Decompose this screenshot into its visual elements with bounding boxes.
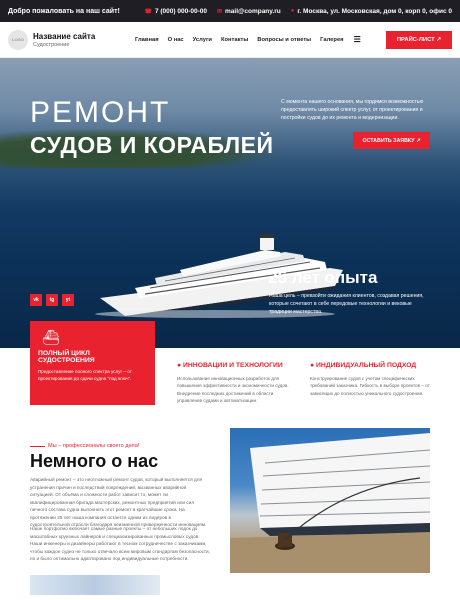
- feature-text: Использование инновационных разработок д…: [177, 376, 289, 404]
- top-phone[interactable]: ☎ 7 (000) 000-00-00: [144, 8, 207, 15]
- ship-dock-photo: [230, 428, 430, 573]
- nav-faq[interactable]: Вопросы и ответы: [257, 37, 311, 43]
- telegram-icon[interactable]: tg: [46, 294, 58, 306]
- experience-text: Наша цель – превзойти ожидания клиентов,…: [269, 293, 424, 315]
- top-bar: Добро пожаловать на наш сайт! ☎ 7 (000) 0…: [0, 0, 460, 22]
- about-title: Немного о нас: [30, 451, 159, 471]
- social-links: vk tg yt: [30, 294, 74, 306]
- nav-home[interactable]: Главная: [135, 37, 159, 43]
- nav-gallery[interactable]: Галерея: [320, 37, 343, 43]
- site-title-block: Название сайта Судостроение: [33, 32, 123, 48]
- bullet-icon: ●: [310, 362, 315, 369]
- price-list-button[interactable]: ПРАЙС-ЛИСТ ↗: [386, 30, 452, 49]
- site-subtitle: Судостроение: [33, 41, 70, 48]
- about-tag-text: Мы – профессионалы своего дела!: [48, 443, 140, 449]
- bottom-photo-strip: [30, 575, 160, 595]
- top-email[interactable]: ✉ mail@company.ru: [217, 8, 281, 15]
- about-paragraph-2: Наше портфолио включает самые разные про…: [30, 526, 210, 562]
- address-text: г. Москва, ул. Московская, дом 0, корп 0…: [297, 7, 452, 15]
- pin-icon: ●: [290, 8, 295, 14]
- feature-text: Конструирование судов с учетом специфиче…: [310, 376, 430, 396]
- top-address: ● г. Москва, ул. Московская, дом 0, корп …: [291, 8, 452, 15]
- feature-title-wrap: ● ИННОВАЦИИ И ТЕХНОЛОГИИ: [177, 362, 297, 369]
- feature-text: Предоставление полного спектра услуг – о…: [38, 369, 132, 381]
- site-name: Название сайта: [33, 31, 96, 41]
- ship-dock-illustration: [230, 433, 430, 573]
- hero-description: С момента нашего основания, мы гордимся …: [281, 99, 424, 122]
- logo-text: LOGO: [12, 37, 24, 42]
- about-section: Мы – профессионалы своего дела! Немного …: [0, 428, 460, 600]
- envelope-icon: ✉: [216, 8, 223, 15]
- hero-title-line2: СУДОВ И КОРАБЛЕЙ: [30, 132, 274, 158]
- vk-icon[interactable]: vk: [30, 294, 42, 306]
- menu-icon[interactable]: ☰: [354, 35, 361, 44]
- about-paragraph-1: Аварийный ремонт – это неотложный ремонт…: [30, 477, 207, 528]
- nav-services[interactable]: Услуги: [193, 37, 212, 43]
- welcome-text: Добро пожаловать на наш сайт!: [8, 7, 120, 15]
- feature-innovations: ● ИННОВАЦИИ И ТЕХНОЛОГИИ Использование и…: [177, 362, 297, 404]
- order-button[interactable]: ОСТАВИТЬ ЗАЯВКУ ↗: [353, 132, 430, 149]
- features-section: ⛴ ПОЛНЫЙ ЦИКЛ СУДОСТРОЕНИЯ Предоставлени…: [0, 321, 460, 430]
- feature-title: ИННОВАЦИИ И ТЕХНОЛОГИИ: [183, 362, 283, 369]
- top-contacts: ☎ 7 (000) 000-00-00 ✉ mail@company.ru ● г. …: [144, 8, 452, 15]
- feature-title: ИНДИВИДУАЛЬНЫЙ ПОДХОД: [316, 362, 417, 369]
- feature-title: ПОЛНЫЙ ЦИКЛ СУДОСТРОЕНИЯ: [38, 350, 95, 364]
- about-tag: Мы – профессионалы своего дела!: [30, 443, 139, 449]
- feature-card-full-cycle: ⛴ ПОЛНЫЙ ЦИКЛ СУДОСТРОЕНИЯ Предоставлени…: [30, 321, 155, 405]
- hero-title-line1: РЕМОНТ: [30, 96, 171, 129]
- phone-text: 7 (000) 000-00-00: [154, 7, 207, 15]
- phone-icon: ☎: [144, 8, 152, 15]
- email-text: mail@company.ru: [225, 7, 281, 15]
- nav-contacts[interactable]: Контакты: [221, 37, 248, 43]
- experience-title: 25 лет опыта: [268, 268, 378, 287]
- ship-icon: ⛴: [42, 329, 60, 345]
- tag-line: [30, 445, 45, 447]
- nav-about[interactable]: О нас: [168, 37, 184, 43]
- feature-title-wrap: ● ИНДИВИДУАЛЬНЫЙ ПОДХОД: [310, 362, 430, 369]
- bullet-icon: ●: [177, 362, 182, 369]
- main-nav: Главная О нас Услуги Контакты Вопросы и …: [135, 37, 344, 43]
- hero-section: РЕМОНТ СУДОВ И КОРАБЛЕЙ С момента нашего…: [0, 58, 460, 348]
- youtube-icon[interactable]: yt: [62, 294, 74, 306]
- feature-individual: ● ИНДИВИДУАЛЬНЫЙ ПОДХОД Конструирование …: [310, 362, 430, 397]
- site-header: LOGO Название сайта Судостроение Главная…: [0, 22, 460, 58]
- site-logo[interactable]: LOGO: [8, 29, 28, 50]
